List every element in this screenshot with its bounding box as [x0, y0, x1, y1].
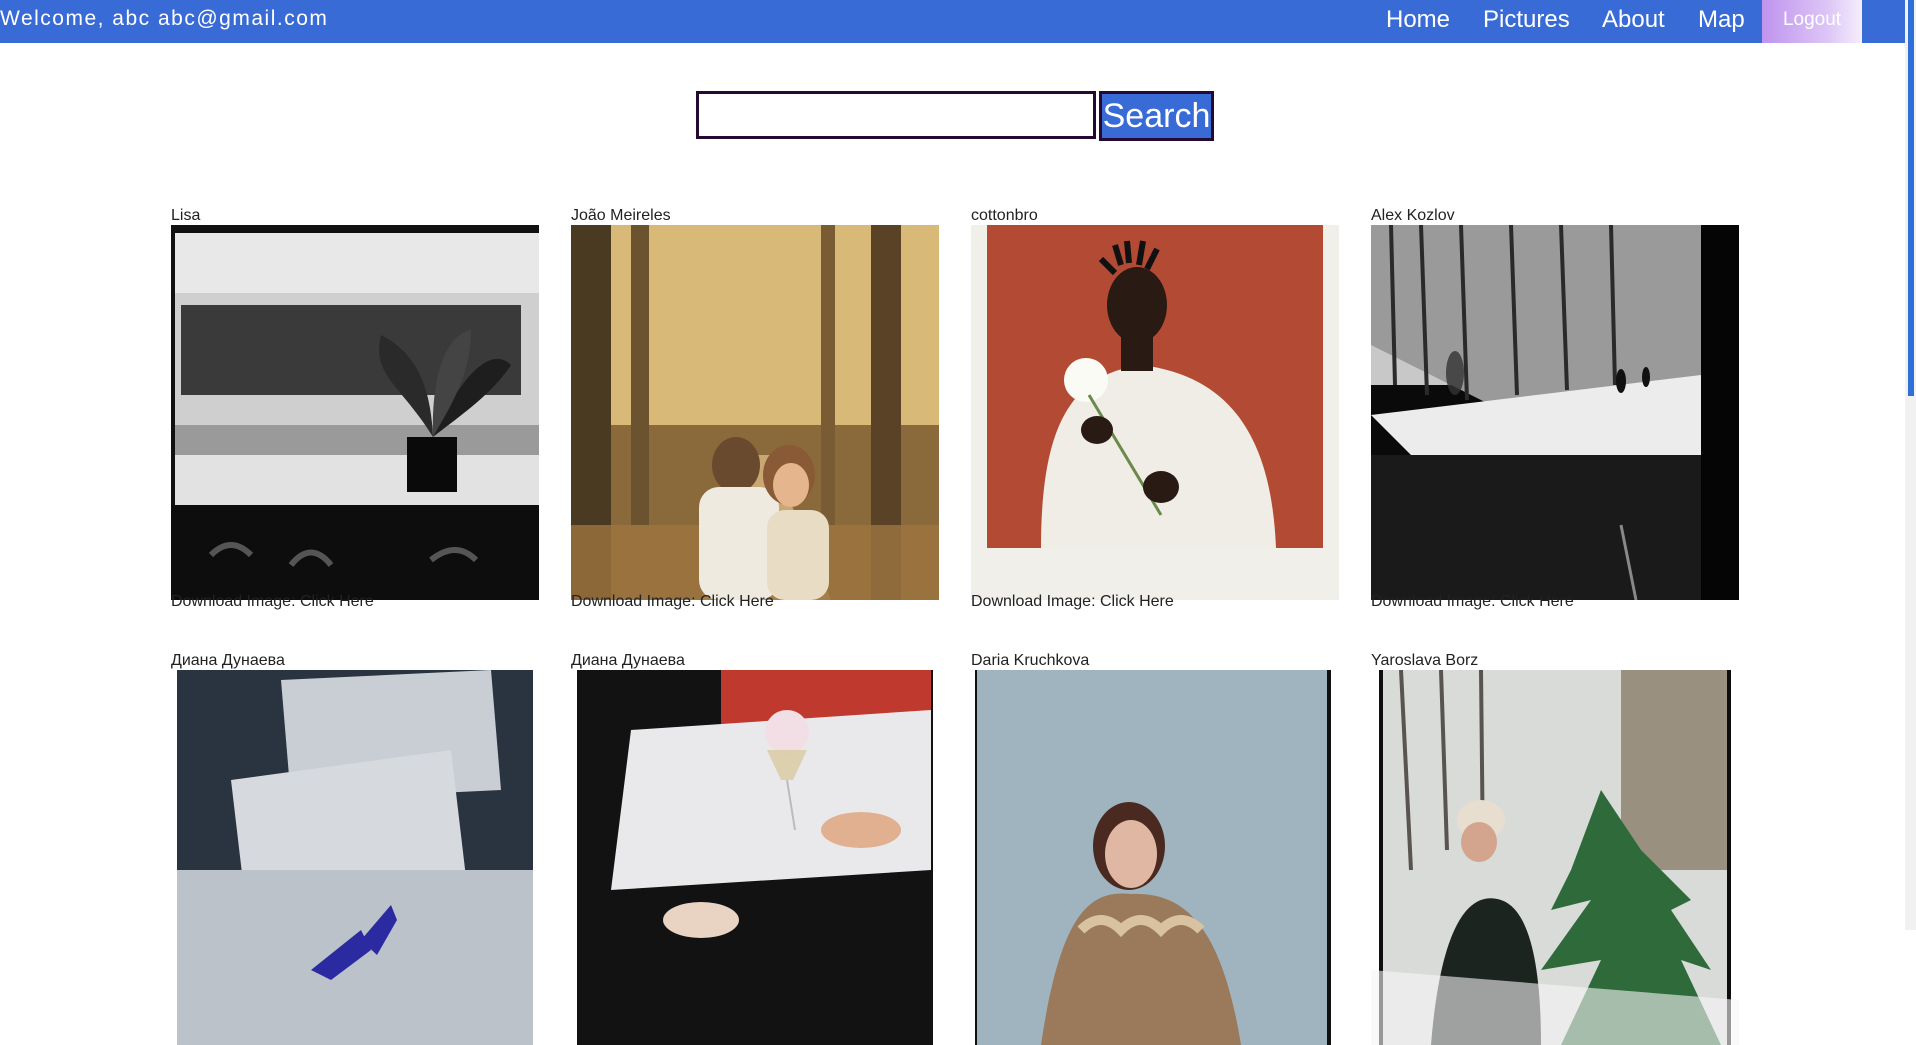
download-caption: Download Image: Click Here [971, 593, 1174, 611]
nav-home-link[interactable]: Home [1386, 6, 1450, 34]
photo-author: Диана Дунаева [171, 652, 285, 669]
download-prefix: Download Image: [171, 593, 300, 610]
photo-author: Daria Kruchkova [971, 652, 1090, 669]
photo-christmas-tree-snow[interactable] [1371, 670, 1739, 1045]
nav-pictures-link[interactable]: Pictures [1483, 6, 1570, 34]
search-button[interactable]: Search [1099, 91, 1214, 141]
photo-couple-forest[interactable] [571, 225, 939, 600]
nav-about-link[interactable]: About [1602, 6, 1665, 34]
logout-button[interactable]: Logout [1762, 0, 1862, 43]
photo-park-alley[interactable] [1371, 225, 1739, 600]
download-link[interactable]: Click Here [1500, 593, 1574, 610]
welcome-text: Welcome, abc abc@gmail.com [0, 7, 329, 30]
photo-author: Lisa [171, 207, 201, 224]
download-link[interactable]: Click Here [700, 593, 774, 610]
download-caption: Download Image: Click Here [171, 593, 374, 611]
nav-map-link[interactable]: Map [1698, 6, 1745, 34]
photo-author: João Meireles [571, 207, 671, 224]
search-input[interactable] [696, 91, 1096, 139]
photo-author: Yaroslava Borz [1371, 652, 1479, 669]
download-caption: Download Image: Click Here [1371, 593, 1574, 611]
photo-author: cottonbro [971, 207, 1038, 224]
photo-heels-pillows[interactable] [171, 670, 539, 1045]
photo-author: Диана Дунаева [571, 652, 685, 669]
download-prefix: Download Image: [971, 593, 1100, 610]
top-navbar: Welcome, abc abc@gmail.com Home Pictures… [0, 0, 1905, 43]
download-caption: Download Image: Click Here [571, 593, 774, 611]
download-prefix: Download Image: [571, 593, 700, 610]
download-link[interactable]: Click Here [300, 593, 374, 610]
photo-champagne-cotton-candy[interactable] [571, 670, 939, 1045]
download-prefix: Download Image: [1371, 593, 1500, 610]
scrollbar-thumb[interactable] [1908, 0, 1914, 396]
photo-man-flower[interactable] [971, 225, 1339, 600]
download-link[interactable]: Click Here [1100, 593, 1174, 610]
photo-woman-fur-coat[interactable] [971, 670, 1339, 1045]
photo-author: Alex Kozlov [1371, 207, 1455, 224]
photo-plant-window[interactable] [171, 225, 539, 600]
